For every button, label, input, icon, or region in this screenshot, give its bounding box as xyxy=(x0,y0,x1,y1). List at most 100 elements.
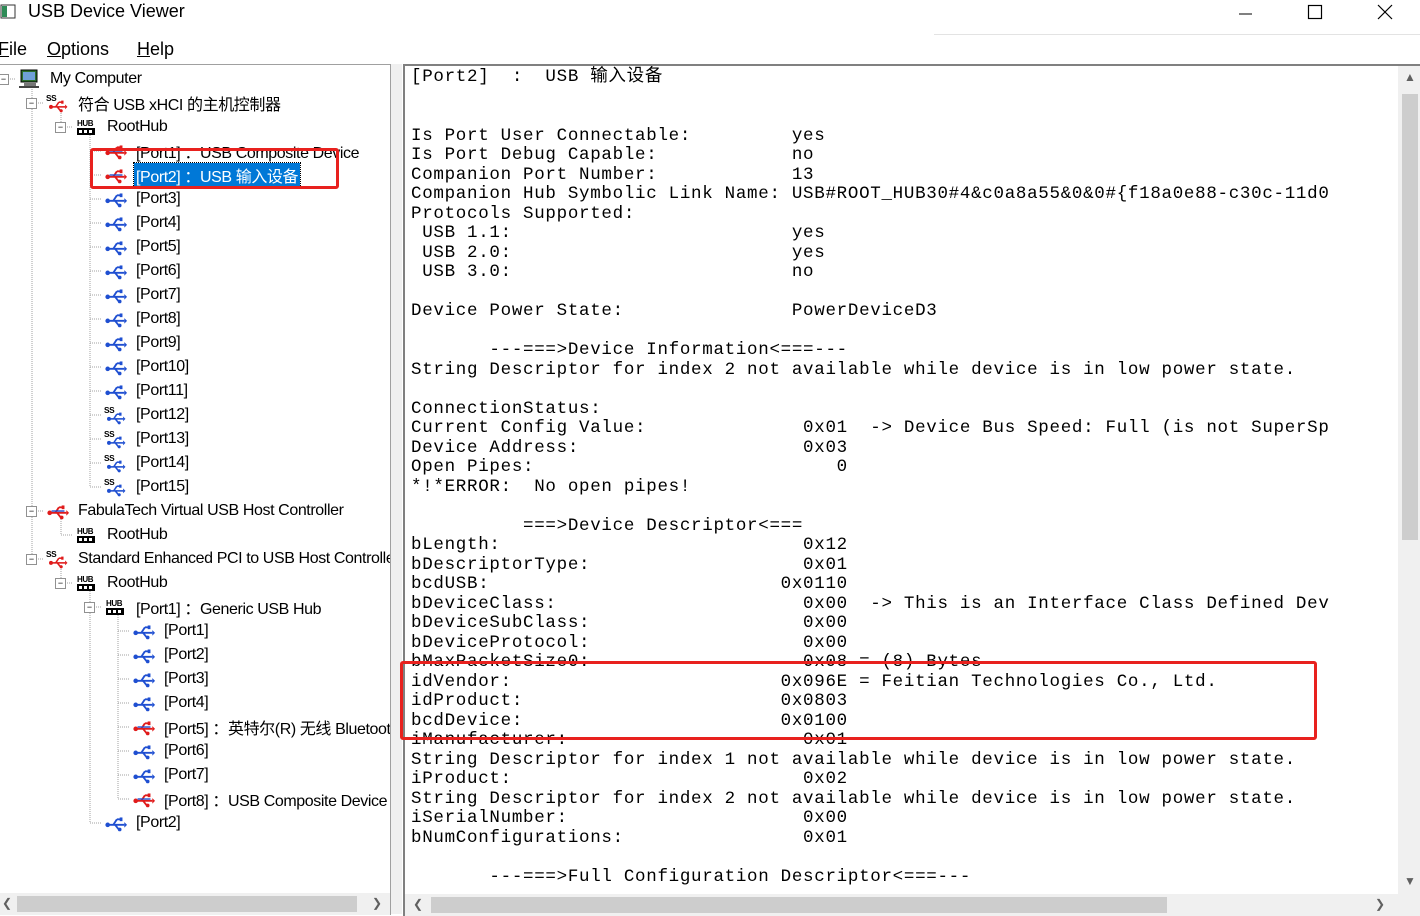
tree-item-label: RootHub xyxy=(107,526,168,543)
tree-item[interactable]: FabulaTech Virtual USB Host Controller xyxy=(46,499,346,523)
details-line xyxy=(411,380,1330,400)
tree-item[interactable]: HUB RootHub xyxy=(75,571,169,595)
svg-text:SS: SS xyxy=(46,549,57,559)
tree-item-label: RootHub xyxy=(107,118,168,135)
tree-item[interactable]: [Port9] xyxy=(104,331,182,355)
menu-separator xyxy=(934,34,1420,35)
details-line: Companion Port Number: 13 xyxy=(411,164,815,185)
usb-ss-port-icon: SS xyxy=(104,429,128,449)
usb-controller-red-icon xyxy=(46,501,70,521)
details-line: Companion Hub Symbolic Link Name: USB#RO… xyxy=(411,184,1330,204)
scroll-up-icon[interactable]: ▲ xyxy=(1404,70,1416,84)
tree-item[interactable]: SS [Port12] xyxy=(104,403,191,427)
scroll-left-icon[interactable]: ❮ xyxy=(413,897,423,911)
tree-horizontal-scrollbar[interactable]: ❮ ❯ xyxy=(0,893,390,915)
scroll-left-icon[interactable]: ❮ xyxy=(2,896,12,910)
tree-item[interactable]: [Port6] xyxy=(104,259,182,283)
tree-item[interactable]: SS [Port13] xyxy=(104,427,191,451)
tree-item[interactable]: [Port1] xyxy=(132,619,210,643)
tree-item[interactable]: [Port7] xyxy=(104,283,182,307)
tree-item[interactable]: [Port5] ：英特尔(R) 无线 Bluetooth(R) xyxy=(132,715,391,739)
tree-item[interactable]: SS [Port15] xyxy=(104,475,191,499)
close-button[interactable] xyxy=(1362,0,1408,24)
details-line: ---===>Full Configuration Descriptor<===… xyxy=(411,866,972,887)
tree-item[interactable]: [Port3] xyxy=(132,667,210,691)
tree-item-label: 符合 USB xHCI 的主机控制器 xyxy=(78,97,281,114)
window-title: USB Device Viewer xyxy=(28,1,185,21)
details-line: Protocols Supported: xyxy=(411,203,636,224)
maximize-button[interactable] xyxy=(1292,0,1338,24)
tree-item[interactable]: [Port2] xyxy=(132,643,210,667)
usb-device-red-icon xyxy=(132,717,156,737)
menu-options-label: Options xyxy=(47,39,110,59)
tree-item-label: [Port3] xyxy=(136,190,181,207)
scroll-right-icon[interactable]: ❯ xyxy=(1375,897,1385,911)
details-line: bcdUSB: 0x0110 xyxy=(411,574,848,594)
highlight-selected-port xyxy=(90,148,339,189)
tree-hscroll-thumb[interactable] xyxy=(17,896,357,912)
pane-splitter[interactable] xyxy=(391,64,402,914)
details-line xyxy=(411,322,1330,342)
tree-item[interactable]: [Port4] xyxy=(104,211,182,235)
details-hscroll-thumb[interactable] xyxy=(431,897,1167,913)
menu-help-label: Help xyxy=(137,39,175,59)
svg-text:SS: SS xyxy=(104,405,115,415)
usb-controller-icon: SS xyxy=(46,93,70,113)
tree-item[interactable]: HUB [Port1] ：Generic USB Hub xyxy=(104,595,323,619)
tree-expander-icon[interactable]: − xyxy=(26,98,37,109)
tree-item-label: [Port5] xyxy=(136,238,181,255)
details-line: ConnectionStatus: xyxy=(411,398,602,419)
scroll-right-icon[interactable]: ❯ xyxy=(372,896,382,910)
tree-expander-icon[interactable]: − xyxy=(0,74,9,85)
tree-item-label: [Port4] xyxy=(164,694,209,711)
tree-item[interactable]: SS 符合 USB xHCI 的主机控制器 xyxy=(46,91,283,115)
tree-item-label: [Port2] xyxy=(164,646,209,663)
tree-item[interactable]: [Port2] xyxy=(104,811,182,835)
details-line: iSerialNumber: 0x00 xyxy=(411,808,848,828)
details-horizontal-scrollbar[interactable]: ❮ ❯ xyxy=(405,894,1398,916)
menu-options[interactable]: Options xyxy=(47,38,109,60)
tree-item[interactable]: HUB RootHub xyxy=(75,115,169,139)
tree-expander-icon[interactable]: − xyxy=(55,122,66,133)
tree-item[interactable]: HUB RootHub xyxy=(75,523,169,547)
tree-item[interactable]: [Port8] ：USB Composite Device xyxy=(132,787,389,811)
details-line: bDeviceProtocol: 0x00 xyxy=(411,632,848,653)
app-icon xyxy=(0,4,16,19)
tree-item[interactable]: SS [Port14] xyxy=(104,451,191,475)
tree-item[interactable]: [Port10] xyxy=(104,355,191,379)
tree-item[interactable]: [Port7] xyxy=(132,763,210,787)
details-line: Device Power State: PowerDeviceD3 xyxy=(411,301,938,321)
usb-ss-port-icon: SS xyxy=(104,405,128,425)
scroll-down-icon[interactable]: ▼ xyxy=(1404,874,1416,888)
tree-expander-icon[interactable]: − xyxy=(26,554,37,565)
tree-item-label: FabulaTech Virtual USB Host Controller xyxy=(78,502,344,519)
tree-item[interactable]: [Port8] xyxy=(104,307,182,331)
tree-item[interactable]: [Port4] xyxy=(132,691,210,715)
tree-item-label: [Port13] xyxy=(136,430,189,447)
usb-device-red-icon xyxy=(132,789,156,809)
details-vscroll-thumb[interactable] xyxy=(1402,94,1418,540)
tree-expander-icon[interactable]: − xyxy=(26,506,37,517)
tree-item[interactable]: My Computer xyxy=(18,67,144,91)
tree-item-label: [Port8] xyxy=(136,310,181,327)
tree-item[interactable]: [Port11] xyxy=(104,379,190,403)
tree-expander-icon[interactable]: − xyxy=(84,602,95,613)
svg-text:HUB: HUB xyxy=(77,527,94,536)
menu-help[interactable]: Help xyxy=(137,38,174,60)
tree-item[interactable]: [Port3] xyxy=(104,187,182,211)
usb-port-icon xyxy=(104,813,128,833)
tree-expander-icon[interactable]: − xyxy=(55,578,66,589)
minimize-button[interactable] xyxy=(1222,0,1268,24)
usb-port-icon xyxy=(104,333,128,353)
tree-item[interactable]: [Port5] xyxy=(104,235,182,259)
highlight-vendor-product xyxy=(400,661,1317,740)
tree-item[interactable]: SS Standard Enhanced PCI to USB Host Cont… xyxy=(46,547,390,571)
details-vertical-scrollbar[interactable]: ▲ ▼ xyxy=(1398,66,1420,916)
details-line: String Descriptor for index 2 not availa… xyxy=(411,359,1296,380)
details-pane[interactable]: [Port2] : USB 输入设备 Is Port User Connecta… xyxy=(403,64,1420,916)
device-tree[interactable]: My Computer − SS 符合 USB xHCI 的主机控制器 − HUB Root… xyxy=(0,64,391,915)
tree-item[interactable]: [Port6] xyxy=(132,739,210,763)
tree-item-label: [Port5] ：英特尔(R) 无线 Bluetooth(R) xyxy=(164,721,391,738)
menu-file[interactable]: File xyxy=(0,38,27,60)
menu-file-label: File xyxy=(0,39,28,59)
